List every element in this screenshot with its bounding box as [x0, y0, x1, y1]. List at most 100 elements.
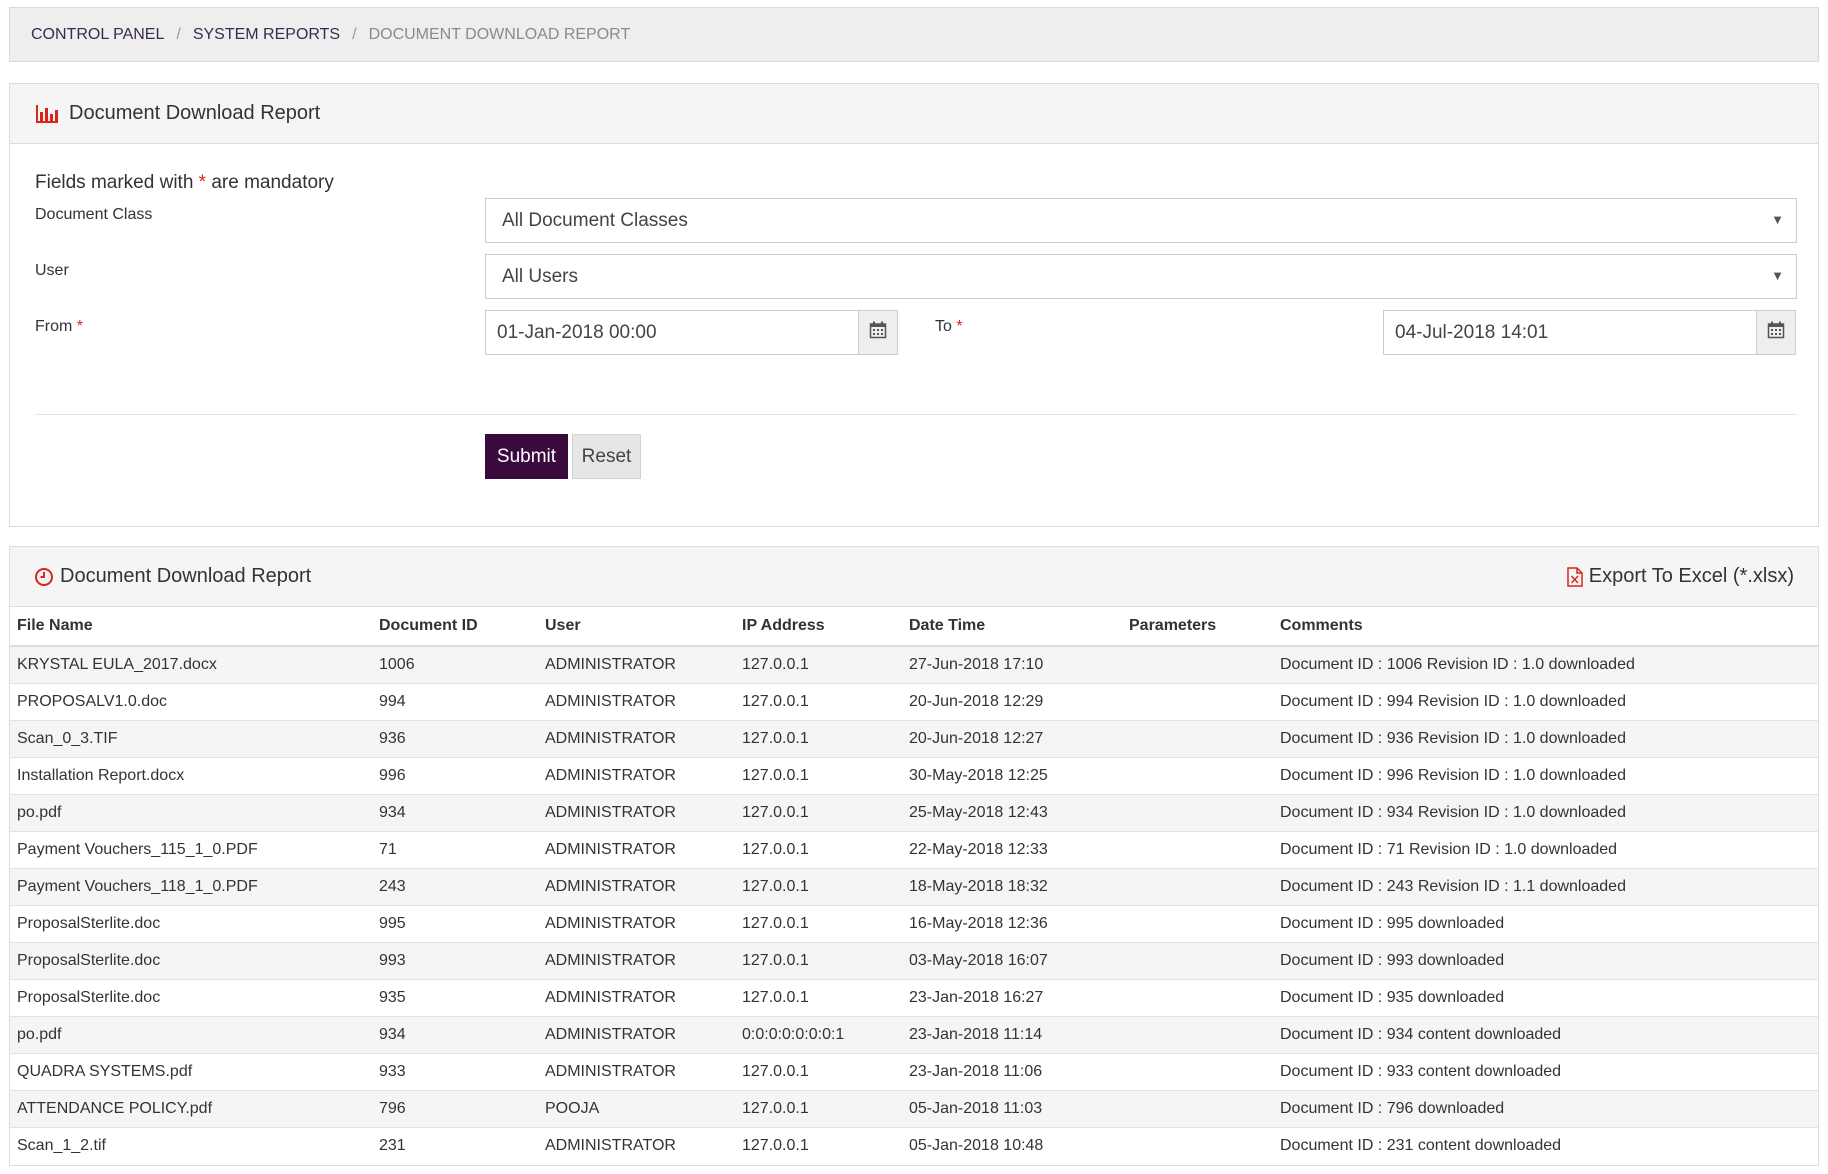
document-id-cell: 934	[372, 794, 538, 832]
from-label: From *	[35, 318, 83, 336]
document-id-cell: 935	[372, 979, 538, 1017]
table-row[interactable]: QUADRA SYSTEMS.pdf 933 ADMINISTRATOR 127.0.…	[10, 1053, 1818, 1091]
parameters-cell	[1122, 645, 1273, 684]
parameters-cell	[1122, 1090, 1273, 1128]
table-row[interactable]: ProposalSterlite.doc 993 ADMINISTRATOR 127.…	[10, 942, 1818, 980]
column-header-document-id[interactable]: Document ID	[372, 607, 538, 647]
user-cell: ADMINISTRATOR	[538, 683, 735, 721]
column-header-ip-address[interactable]: IP Address	[735, 607, 902, 647]
parameters-cell	[1122, 757, 1273, 795]
file-name-cell: ProposalSterlite.doc	[10, 942, 372, 980]
file-name-cell: ProposalSterlite.doc	[10, 979, 372, 1017]
user-cell: POOJA	[538, 1090, 735, 1128]
ip-address-cell: 127.0.0.1	[735, 794, 902, 832]
parameters-cell	[1122, 831, 1273, 869]
mandatory-note-suffix: are mandatory	[211, 172, 334, 193]
user-cell: ADMINISTRATOR	[538, 645, 735, 684]
comments-cell: Document ID : 993 downloaded	[1273, 942, 1818, 980]
table-row[interactable]: ProposalSterlite.doc 995 ADMINISTRATOR 127.…	[10, 905, 1818, 943]
required-star: *	[76, 318, 84, 335]
report-filter-panel: Document Download Report Fields marked w…	[9, 83, 1819, 527]
date-time-cell: 20-Jun-2018 12:27	[902, 720, 1122, 758]
export-excel-link[interactable]: Export To Excel (*.xlsx)	[1567, 565, 1794, 588]
parameters-cell	[1122, 979, 1273, 1017]
submit-button[interactable]: Submit	[485, 434, 568, 479]
comments-cell: Document ID : 935 downloaded	[1273, 979, 1818, 1017]
user-cell: ADMINISTRATOR	[538, 1016, 735, 1054]
file-name-cell: PROPOSALV1.0.doc	[10, 683, 372, 721]
user-cell: ADMINISTRATOR	[538, 757, 735, 795]
parameters-cell	[1122, 683, 1273, 721]
mandatory-note-prefix: Fields marked with	[35, 172, 194, 193]
table-row[interactable]: PROPOSALV1.0.doc 994 ADMINISTRATOR 127.0.0.…	[10, 683, 1818, 721]
document-id-cell: 231	[372, 1127, 538, 1164]
table-row[interactable]: Payment Vouchers_115_1_0.PDF 71 ADMINISTRA…	[10, 831, 1818, 869]
user-select[interactable]: All Users ▼	[485, 254, 1797, 299]
ip-address-cell: 127.0.0.1	[735, 683, 902, 721]
comments-cell: Document ID : 796 downloaded	[1273, 1090, 1818, 1128]
required-star: *	[198, 172, 207, 193]
filter-panel-title: Document Download Report	[69, 102, 321, 124]
parameters-cell	[1122, 794, 1273, 832]
ip-address-cell: 127.0.0.1	[735, 831, 902, 869]
calendar-icon	[1767, 321, 1785, 344]
date-time-cell: 03-May-2018 16:07	[902, 942, 1122, 980]
document-id-cell: 994	[372, 683, 538, 721]
comments-cell: Document ID : 995 downloaded	[1273, 905, 1818, 943]
file-name-cell: Scan_0_3.TIF	[10, 720, 372, 758]
form-divider	[35, 414, 1797, 415]
date-time-cell: 20-Jun-2018 12:29	[902, 683, 1122, 721]
column-header-user[interactable]: User	[538, 607, 735, 647]
user-value: All Users	[502, 265, 579, 287]
document-id-cell: 995	[372, 905, 538, 943]
document-id-cell: 934	[372, 1016, 538, 1054]
user-cell: ADMINISTRATOR	[538, 905, 735, 943]
document-class-select[interactable]: All Document Classes ▼	[485, 198, 1797, 243]
bar-chart-icon	[35, 104, 59, 124]
document-id-cell: 936	[372, 720, 538, 758]
parameters-cell	[1122, 1053, 1273, 1091]
comments-cell: Document ID : 934 Revision ID : 1.0 down…	[1273, 794, 1818, 832]
breadcrumb-control-panel[interactable]: CONTROL PANEL	[31, 26, 164, 44]
table-row[interactable]: Scan_0_3.TIF 936 ADMINISTRATOR 127.0.0.1 20-…	[10, 720, 1818, 758]
table-row[interactable]: ProposalSterlite.doc 935 ADMINISTRATOR 127.…	[10, 979, 1818, 1017]
ip-address-cell: 127.0.0.1	[735, 645, 902, 684]
comments-cell: Document ID : 933 content downloaded	[1273, 1053, 1818, 1091]
file-name-cell: ProposalSterlite.doc	[10, 905, 372, 943]
table-row[interactable]: po.pdf 934 ADMINISTRATOR 0:0:0:0:0:0:0:1 23-…	[10, 1016, 1818, 1054]
from-calendar-button[interactable]	[858, 310, 898, 355]
table-row[interactable]: Scan_1_2.tif 231 ADMINISTRATOR 127.0.0.1 05-…	[10, 1127, 1818, 1164]
table-row[interactable]: KRYSTAL EULA_2017.docx 1006 ADMINISTRATOR 1…	[10, 645, 1818, 684]
comments-cell: Document ID : 71 Revision ID : 1.0 downl…	[1273, 831, 1818, 869]
export-excel-label: Export To Excel (*.xlsx)	[1588, 565, 1794, 587]
comments-cell: Document ID : 994 Revision ID : 1.0 down…	[1273, 683, 1818, 721]
file-name-cell: po.pdf	[10, 1016, 372, 1054]
column-header-file-name[interactable]: File Name	[10, 607, 372, 647]
file-name-cell: po.pdf	[10, 794, 372, 832]
from-date-input[interactable]: 01-Jan-2018 00:00	[485, 310, 859, 355]
table-row[interactable]: Installation Report.docx 996 ADMINISTRATOR…	[10, 757, 1818, 795]
file-name-cell: Payment Vouchers_115_1_0.PDF	[10, 831, 372, 869]
user-cell: ADMINISTRATOR	[538, 831, 735, 869]
breadcrumb-separator: /	[352, 25, 357, 43]
results-panel-header: Document Download Report	[10, 547, 1818, 607]
to-date-input[interactable]: 04-Jul-2018 14:01	[1383, 310, 1757, 355]
document-class-label: Document Class	[35, 206, 153, 223]
reset-button[interactable]: Reset	[572, 434, 641, 479]
breadcrumb-system-reports[interactable]: SYSTEM REPORTS	[193, 26, 340, 44]
to-date-value: 04-Jul-2018 14:01	[1395, 321, 1549, 343]
column-header-comments[interactable]: Comments	[1273, 607, 1818, 647]
user-cell: ADMINISTRATOR	[538, 794, 735, 832]
table-row[interactable]: ATTENDANCE POLICY.pdf 796 POOJA 127.0.0.1 05…	[10, 1090, 1818, 1128]
download-report-table: File Name Document ID User IP Address Da…	[10, 607, 1818, 1164]
column-header-parameters[interactable]: Parameters	[1122, 607, 1273, 647]
date-time-cell: 05-Jan-2018 11:03	[902, 1090, 1122, 1128]
ip-address-cell: 127.0.0.1	[735, 720, 902, 758]
table-row[interactable]: Payment Vouchers_118_1_0.PDF 243 ADMINISTR…	[10, 868, 1818, 906]
table-header-row: File Name Document ID User IP Address Da…	[10, 607, 1818, 647]
file-name-cell: Installation Report.docx	[10, 757, 372, 795]
mandatory-note: Fields marked with * are mandatory	[35, 172, 334, 194]
column-header-date-time[interactable]: Date Time	[902, 607, 1122, 647]
table-row[interactable]: po.pdf 934 ADMINISTRATOR 127.0.0.1 25-May-20…	[10, 794, 1818, 832]
to-calendar-button[interactable]	[1756, 310, 1796, 355]
